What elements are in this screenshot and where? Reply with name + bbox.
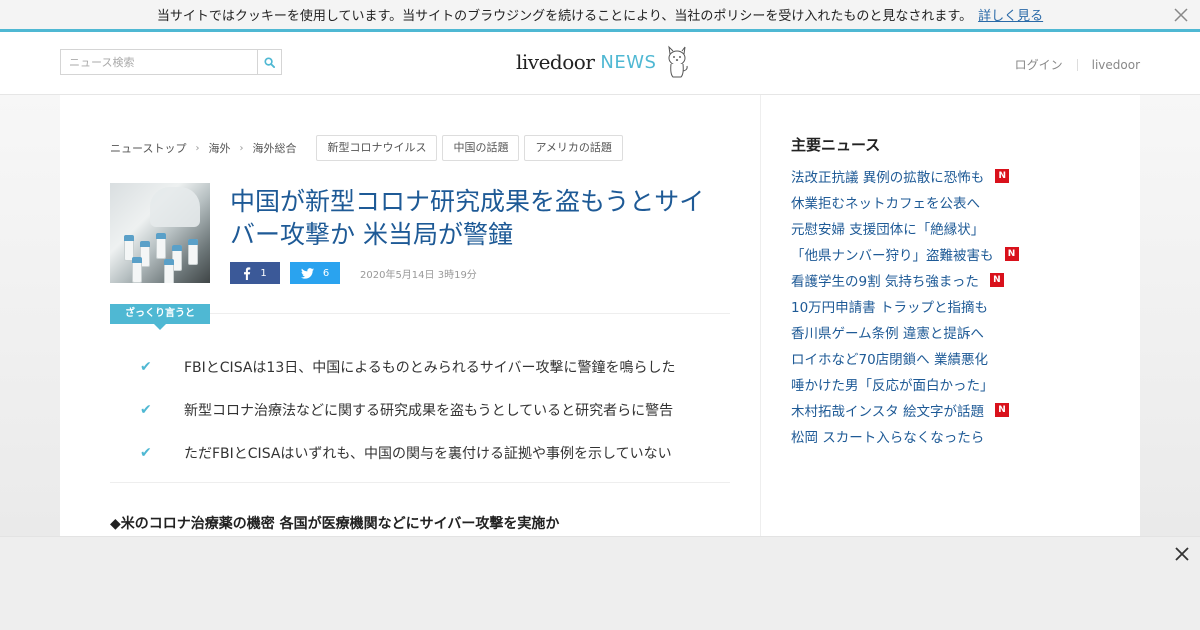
summary-item: ✔ FBIとCISAは13日、中国によるものとみられるサイバー攻撃に警鐘を鳴らし… — [140, 345, 730, 388]
summary-text: FBIとCISAは13日、中国によるものとみられるサイバー攻撃に警鐘を鳴らした — [184, 359, 676, 376]
logo-brand: livedoor — [516, 50, 595, 74]
check-icon: ✔ — [140, 444, 152, 461]
summary-item: ✔ 新型コロナ治療法などに関する研究成果を盗もうとしていると研究者らに警告 — [140, 388, 730, 431]
news-item[interactable]: 香川県ゲーム条例 違憲と提訴へ — [791, 319, 1019, 345]
news-link[interactable]: 木村拓哉インスタ 絵文字が話題 — [791, 400, 984, 420]
top-news-list: 法改正抗議 異例の拡散に恐怖も N 休業拒むネットカフェを公表へ 元慰安婦 支援団… — [791, 163, 1019, 449]
sidebar: 主要ニュース 法改正抗議 異例の拡散に恐怖も N 休業拒むネットカフェを公表へ 元… — [760, 95, 1140, 536]
page-background-right — [1140, 95, 1200, 536]
cookie-message: 当サイトではクッキーを使用しています。当サイトのブラウジングを続けることにより、… — [156, 9, 973, 24]
summary-label: ざっくり言うと — [110, 304, 210, 330]
facebook-icon — [244, 266, 251, 280]
article-title: 中国が新型コロナ研究成果を盗もうとサイバー攻撃か 米当局が警鐘 — [230, 187, 705, 249]
news-link[interactable]: 香川県ゲーム条例 違憲と提訴へ — [791, 322, 984, 342]
header-links: ログイン livedoor — [1015, 56, 1140, 73]
divider — [210, 313, 730, 314]
share-buttons: 1 6 2020年5月14日 3時19分 — [230, 262, 477, 284]
main-content: ニューストップ › 海外 › 海外総合 新型コロナウイルス 中国の話題 アメリカ… — [60, 95, 1140, 536]
breadcrumb-item-top[interactable]: ニューストップ — [110, 140, 186, 156]
news-item[interactable]: ロイホなど70店閉鎖へ 業績悪化 — [791, 345, 1019, 371]
livedoor-link[interactable]: livedoor — [1092, 58, 1140, 72]
breadcrumb: ニューストップ › 海外 › 海外総合 新型コロナウイルス 中国の話題 アメリカ… — [110, 135, 628, 161]
news-link[interactable]: 10万円申請書 トラップと指摘も — [791, 296, 988, 316]
summary-item: ✔ ただFBIとCISAはいずれも、中国の関与を裏付ける証拠や事例を示していない — [140, 431, 730, 474]
twitter-share-button[interactable]: 6 — [290, 262, 340, 284]
divider — [1076, 58, 1078, 71]
news-link[interactable]: 元慰安婦 支援団体に「絶縁状」 — [791, 218, 984, 238]
chevron-right-icon: › — [239, 142, 244, 154]
news-item[interactable]: 10万円申請書 トラップと指摘も — [791, 293, 1019, 319]
summary-list: ✔ FBIとCISAは13日、中国によるものとみられるサイバー攻撃に警鐘を鳴らし… — [140, 345, 730, 474]
close-icon[interactable] — [1173, 545, 1191, 563]
publish-date: 2020年5月14日 3時19分 — [360, 269, 477, 281]
search-button[interactable] — [257, 50, 281, 74]
new-badge: N — [1004, 247, 1019, 261]
page-background-left — [0, 95, 60, 536]
summary-text: 新型コロナ治療法などに関する研究成果を盗もうとしていると研究者らに警告 — [184, 402, 674, 419]
article-thumbnail[interactable] — [110, 183, 210, 283]
topic-tags: 新型コロナウイルス 中国の話題 アメリカの話題 — [316, 135, 627, 161]
search-icon — [264, 56, 275, 68]
check-icon: ✔ — [140, 358, 152, 375]
new-badge: N — [995, 169, 1010, 183]
news-item[interactable]: 法改正抗議 異例の拡散に恐怖も N — [791, 163, 1019, 189]
news-link[interactable]: 唾かけた男「反応が面白かった」 — [791, 374, 994, 394]
new-badge: N — [989, 273, 1004, 287]
news-item[interactable]: 看護学生の9割 気持ち強まった N — [791, 267, 1019, 293]
breadcrumb-item-overseas-general[interactable]: 海外総合 — [252, 140, 296, 156]
cookie-more-link[interactable]: 詳しく見る — [978, 5, 1043, 24]
twitter-icon — [300, 267, 314, 279]
logo-news: NEWS — [600, 51, 657, 73]
search-form — [60, 49, 282, 75]
news-link[interactable]: 松岡 スカート入らなくなったら — [791, 426, 984, 446]
search-input[interactable] — [61, 50, 257, 74]
breadcrumb-item-overseas[interactable]: 海外 — [208, 140, 230, 156]
sidebar-title: 主要ニュース — [791, 136, 881, 154]
new-badge: N — [995, 403, 1010, 417]
tag-america[interactable]: アメリカの話題 — [524, 135, 623, 161]
close-icon[interactable] — [1172, 6, 1190, 24]
facebook-count: 1 — [260, 267, 267, 279]
news-item[interactable]: 唾かけた男「反応が面白かった」 — [791, 371, 1019, 397]
news-item[interactable]: 松岡 スカート入らなくなったら — [791, 423, 1019, 449]
twitter-count: 6 — [322, 267, 330, 279]
divider — [110, 482, 730, 483]
news-item[interactable]: 「他県ナンバー狩り」盗難被害も N — [791, 241, 1019, 267]
news-item[interactable]: 木村拓哉インスタ 絵文字が話題 N — [791, 397, 1019, 423]
chevron-right-icon: › — [195, 142, 200, 154]
site-header: livedoor NEWS ログイン livedoor — [0, 32, 1200, 95]
news-item[interactable]: 休業拒むネットカフェを公表へ — [791, 189, 1019, 215]
cookie-banner: 当サイトではクッキーを使用しています。当サイトのブラウジングを続けることにより、… — [0, 0, 1200, 32]
tag-china[interactable]: 中国の話題 — [442, 135, 520, 161]
check-icon: ✔ — [140, 401, 152, 418]
ad-overlay — [0, 536, 1200, 630]
login-link[interactable]: ログイン — [1015, 56, 1063, 73]
article-subheading: ◆米のコロナ治療薬の機密 各国が医療機関などにサイバー攻撃を実施か — [110, 516, 560, 532]
tag-coronavirus[interactable]: 新型コロナウイルス — [316, 135, 438, 161]
news-link[interactable]: 看護学生の9割 気持ち強まった — [791, 270, 979, 290]
news-link[interactable]: 「他県ナンバー狩り」盗難被害も — [791, 244, 994, 264]
news-link[interactable]: ロイホなど70店閉鎖へ 業績悪化 — [791, 348, 988, 368]
news-item[interactable]: 元慰安婦 支援団体に「絶縁状」 — [791, 215, 1019, 241]
news-link[interactable]: 休業拒むネットカフェを公表へ — [791, 192, 980, 212]
dog-mascot-icon — [668, 45, 689, 78]
news-link[interactable]: 法改正抗議 異例の拡散に恐怖も — [791, 166, 984, 186]
site-logo[interactable]: livedoor NEWS — [516, 42, 690, 82]
summary-text: ただFBIとCISAはいずれも、中国の関与を裏付ける証拠や事例を示していない — [184, 445, 672, 462]
facebook-share-button[interactable]: 1 — [230, 262, 280, 284]
